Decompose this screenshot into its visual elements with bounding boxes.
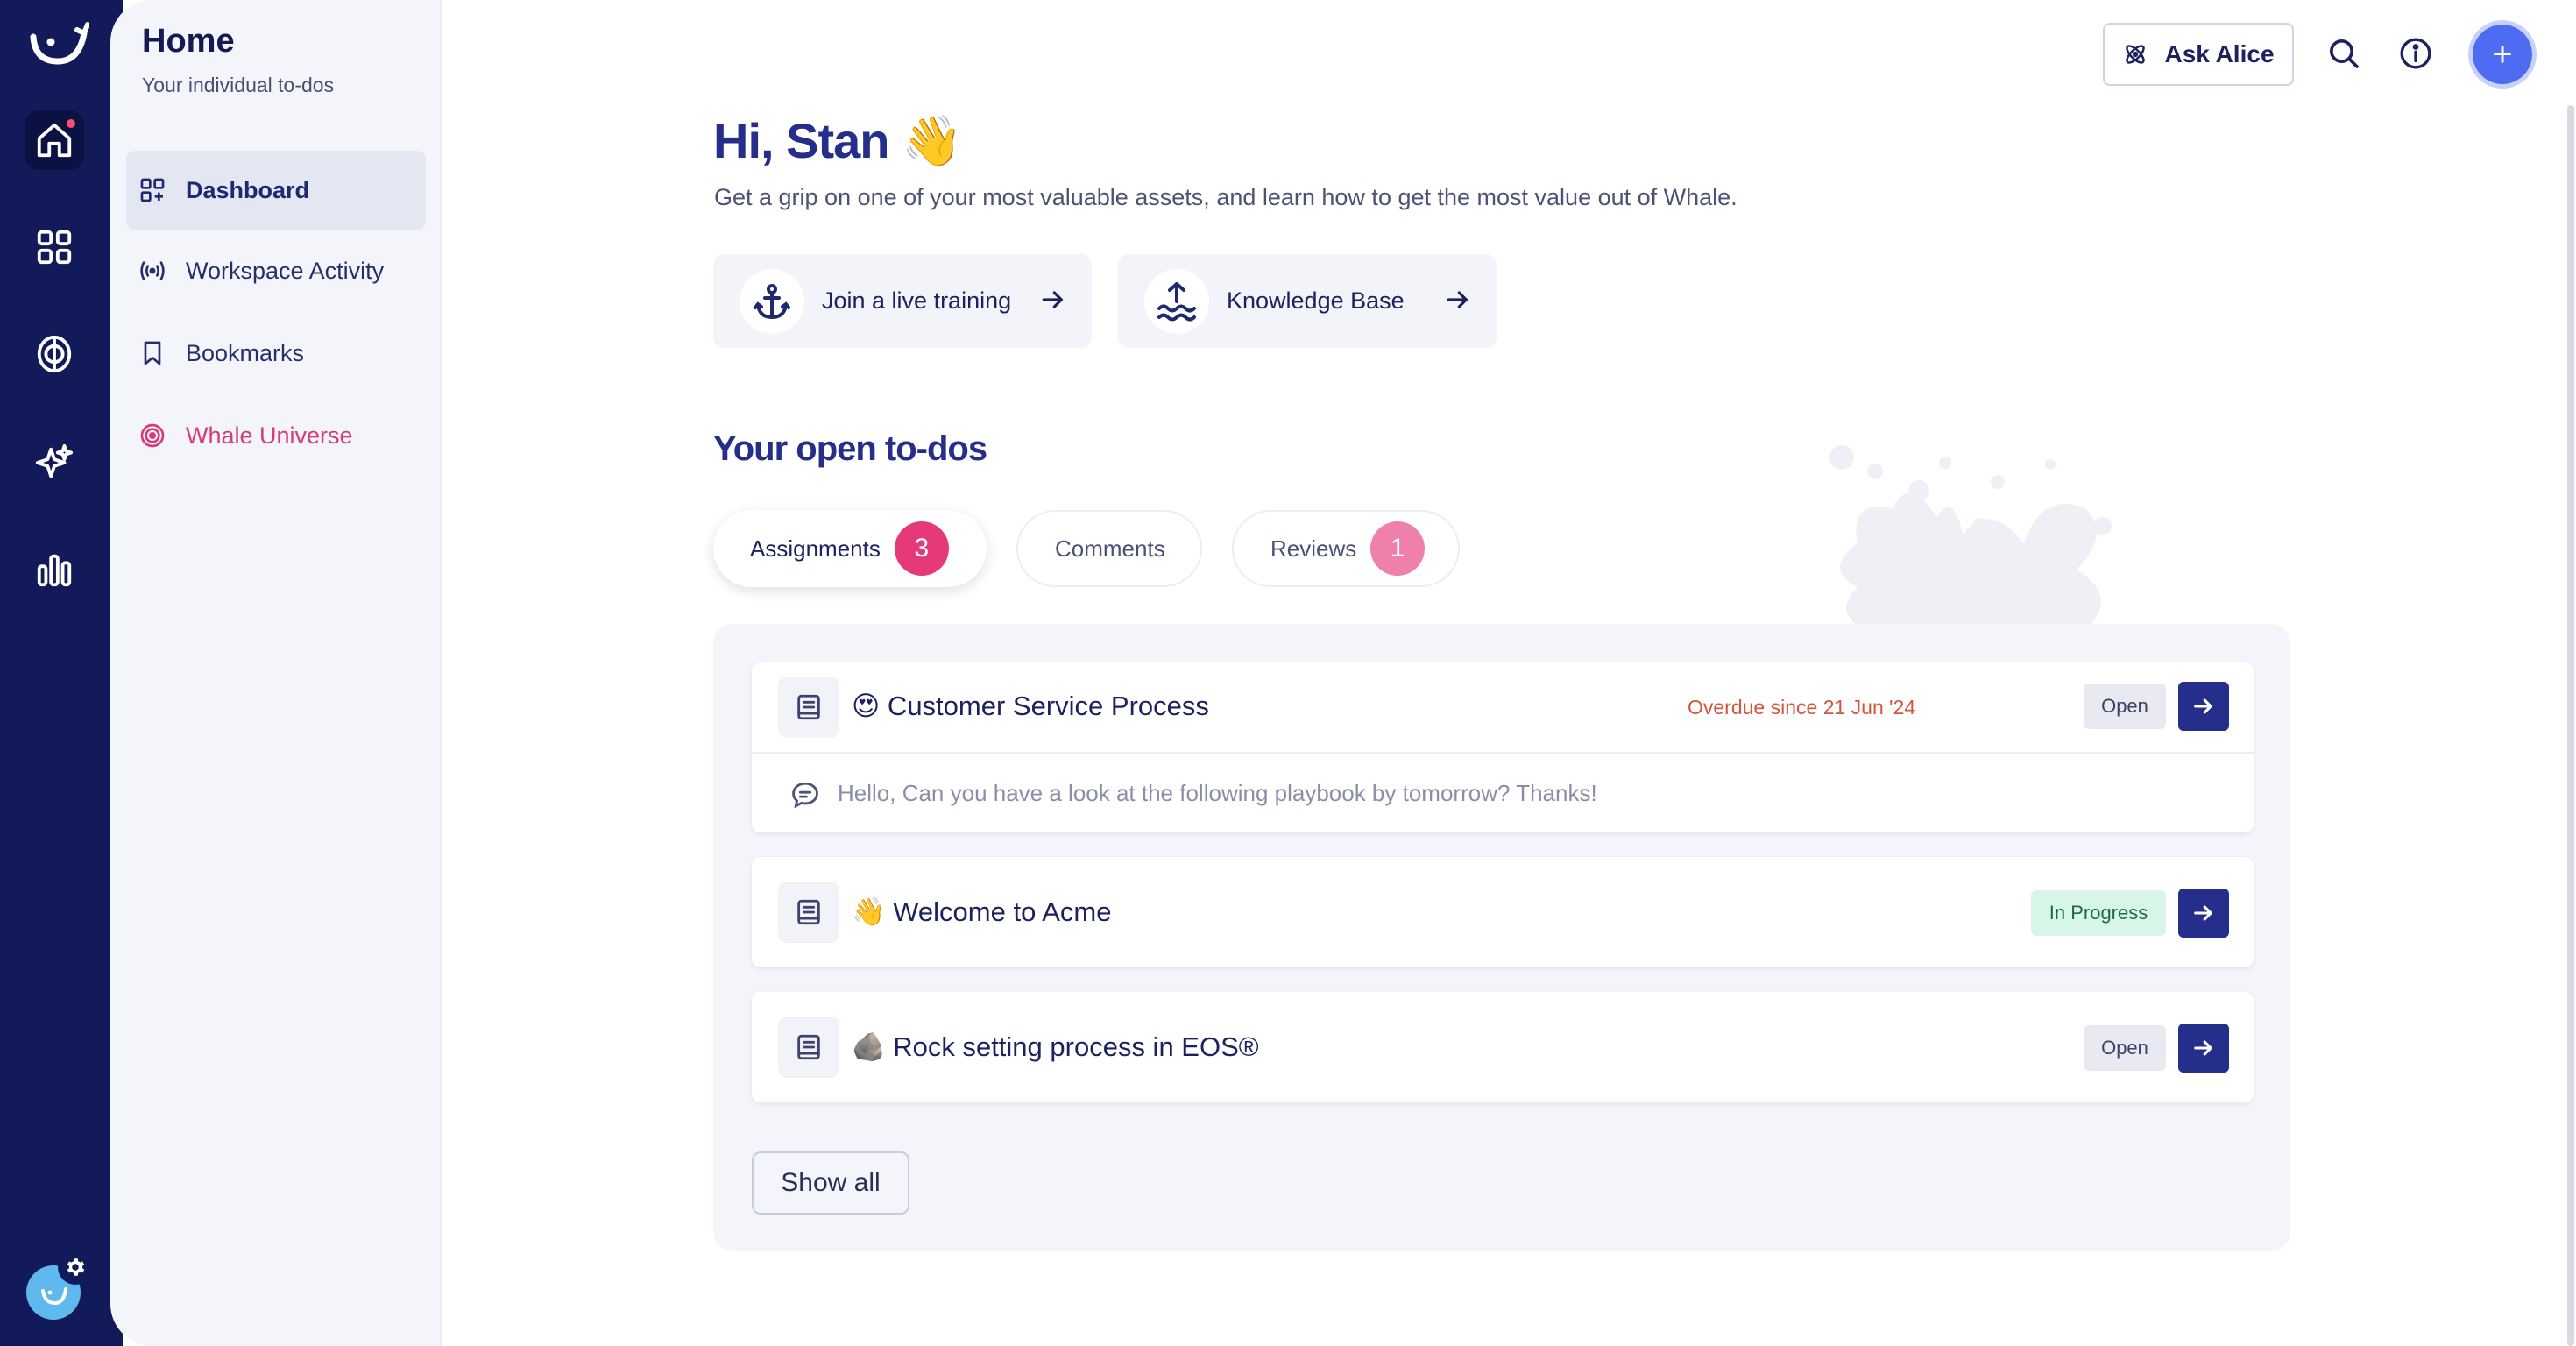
anchor-icon-circle: [740, 268, 804, 334]
ask-alice-label: Ask Alice: [2164, 40, 2275, 67]
status-badge: Open: [2084, 684, 2166, 729]
brain-icon: [37, 335, 72, 373]
knowledge-base-label: Knowledge Base: [1227, 287, 1405, 314]
document-icon: [797, 899, 820, 925]
splash-decoration: [1829, 445, 2112, 631]
gear-icon: [67, 1258, 85, 1276]
sidebar-item-bookmarks[interactable]: Bookmarks: [126, 314, 426, 393]
settings-button[interactable]: [58, 1250, 93, 1285]
bookmark-icon: [144, 341, 161, 365]
ask-alice-button[interactable]: Ask Alice: [2103, 23, 2294, 86]
create-new-button[interactable]: +: [2473, 25, 2532, 84]
document-icon: [797, 694, 820, 720]
tab-comments[interactable]: Comments: [1016, 510, 1202, 587]
waves-icon-circle: [1144, 268, 1209, 334]
task-title: 🪨 Rock setting process in EOS®: [852, 1031, 1259, 1062]
task-title: 👋 Welcome to Acme: [852, 896, 1112, 927]
show-all-button[interactable]: Show all: [752, 1151, 909, 1215]
tab-reviews[interactable]: Reviews 1: [1232, 510, 1460, 587]
task-overdue-label: Overdue since 21 Jun '24: [1688, 696, 1916, 719]
sidebar-item-whale-universe[interactable]: Whale Universe: [126, 396, 426, 475]
task-header: 🪨 Rock setting process in EOS® Open: [752, 992, 2254, 1102]
grid-icon: [37, 230, 72, 265]
anchor-icon: [754, 283, 790, 319]
search-icon: [2330, 39, 2359, 68]
scrollbar[interactable]: [2567, 105, 2574, 1346]
search-button[interactable]: [2322, 32, 2366, 75]
open-task-button[interactable]: [2178, 889, 2229, 938]
arrow-right-icon: [1447, 291, 1468, 308]
task-header: 😍 Customer Service Process Overdue since…: [752, 662, 2254, 752]
arrow-right-icon: [2194, 905, 2212, 921]
target-icon: [140, 423, 165, 448]
task-card[interactable]: 🪨 Rock setting process in EOS® Open: [752, 992, 2254, 1102]
tab-label: Reviews: [1270, 535, 1357, 562]
document-icon: [797, 1034, 820, 1060]
broadcast-icon: [140, 261, 165, 280]
arrow-right-icon: [2194, 698, 2212, 714]
greeting-title: Hi, Stan 👋: [713, 113, 963, 168]
task-doc-icon-box: [778, 677, 839, 738]
notification-dot: [65, 117, 77, 130]
task-card[interactable]: 👋 Welcome to Acme In Progress: [752, 857, 2254, 967]
task-comment-text: Hello, Can you have a look at the follow…: [838, 780, 1597, 806]
live-training-label: Join a live training: [822, 287, 1012, 314]
rail-ai-button[interactable]: [25, 433, 84, 492]
rail-analytics-button[interactable]: [25, 540, 84, 599]
info-button[interactable]: [2394, 32, 2438, 75]
live-training-card[interactable]: Join a live training: [713, 254, 1092, 348]
todos-title: Your open to-dos: [713, 429, 987, 468]
sidebar-item-dashboard[interactable]: Dashboard: [126, 151, 426, 230]
sidebar-title: Home: [142, 23, 235, 60]
sidebar-item-label: Workspace Activity: [186, 257, 385, 284]
sidebar-item-label: Bookmarks: [186, 339, 305, 366]
info-icon: [2400, 38, 2431, 69]
task-doc-icon-box: [778, 1017, 839, 1078]
sidebar: Home Your individual to-dos Dashboard Wo…: [110, 0, 442, 1346]
task-doc-icon-box: [778, 882, 839, 943]
task-card[interactable]: 😍 Customer Service Process Overdue since…: [752, 662, 2254, 832]
arrow-right-icon: [2194, 1040, 2212, 1056]
whale-logo-icon[interactable]: [28, 19, 89, 72]
assignments-count-badge: 3: [894, 521, 949, 576]
task-title: 😍 Customer Service Process: [852, 691, 1209, 721]
status-badge: In Progress: [2031, 890, 2166, 936]
atom-icon: [2126, 45, 2146, 64]
tab-label: Assignments: [750, 535, 881, 562]
bar-chart-icon: [37, 554, 72, 587]
task-comment: Hello, Can you have a look at the follow…: [752, 752, 2254, 832]
plus-icon: +: [2492, 34, 2513, 74]
knowledge-base-card[interactable]: Knowledge Base: [1118, 254, 1497, 348]
waves-upload-icon: [1157, 281, 1196, 321]
comment-icon: [792, 782, 818, 809]
sparkles-icon: [35, 443, 74, 478]
app-rail: [0, 0, 123, 1346]
task-header: 👋 Welcome to Acme In Progress: [752, 857, 2254, 967]
reviews-count-badge: 1: [1370, 521, 1426, 576]
dashboard-icon: [140, 178, 165, 202]
sidebar-item-label: Dashboard: [186, 176, 310, 203]
rail-home-button[interactable]: [25, 110, 84, 170]
open-task-button[interactable]: [2178, 682, 2229, 731]
arrow-right-icon: [1042, 291, 1063, 308]
rail-brain-button[interactable]: [25, 324, 84, 384]
sidebar-item-workspace-activity[interactable]: Workspace Activity: [126, 231, 426, 310]
sidebar-subtitle: Your individual to-dos: [142, 74, 335, 96]
tab-assignments[interactable]: Assignments 3: [713, 510, 987, 587]
rail-apps-button[interactable]: [25, 217, 84, 277]
open-task-button[interactable]: [2178, 1024, 2229, 1073]
tab-label: Comments: [1055, 535, 1165, 562]
greeting-subtitle: Get a grip on one of your most valuable …: [714, 184, 1737, 210]
sidebar-item-label: Whale Universe: [186, 422, 353, 449]
todos-panel: 😍 Customer Service Process Overdue since…: [713, 624, 2290, 1251]
status-badge: Open: [2084, 1025, 2166, 1071]
